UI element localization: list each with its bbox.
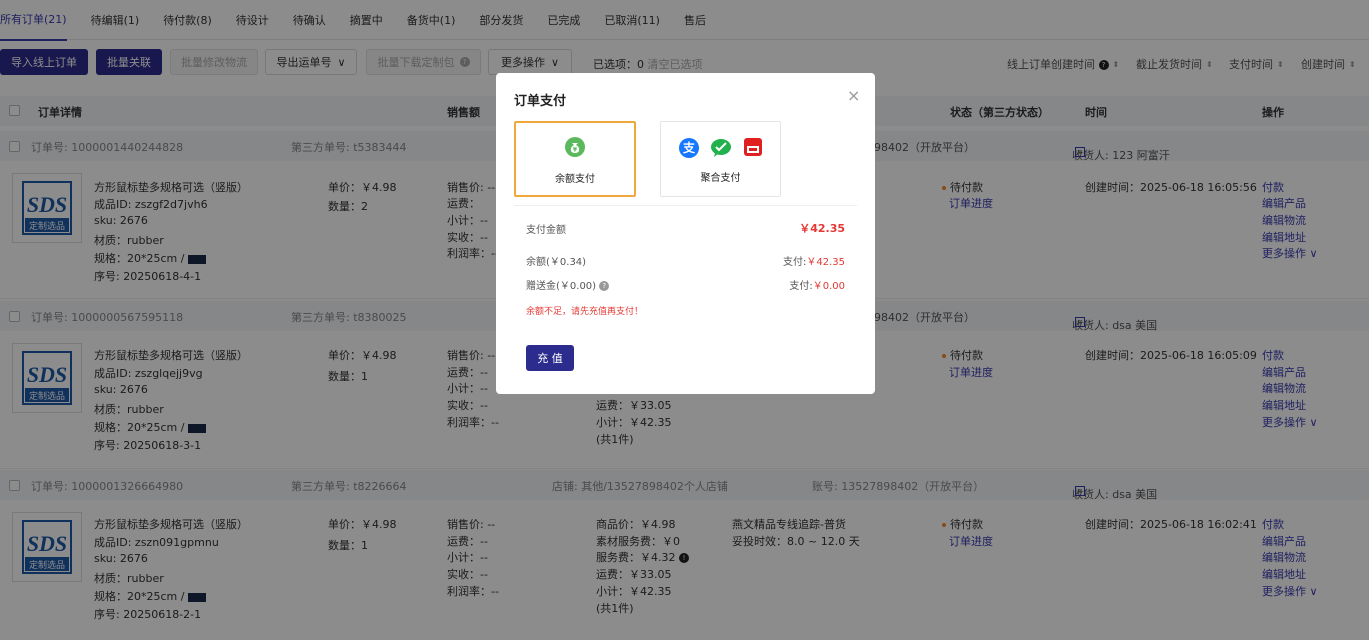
- insufficient-balance-warning: 余额不足，请先充值再支付！: [526, 307, 644, 317]
- unionpay-icon: [743, 137, 763, 160]
- gift-pay: 支付:￥0.00: [789, 277, 845, 292]
- payment-amount-value: ￥42.35: [799, 222, 845, 235]
- balance-payment-option[interactable]: ¥ 余额支付: [514, 121, 636, 197]
- modal-title: 订单支付: [514, 94, 567, 109]
- payment-amount-label: 支付金额: [526, 225, 566, 236]
- balance-pay: 支付:￥42.35: [783, 253, 845, 268]
- balance-label: 余额(￥0.34): [526, 257, 587, 268]
- aggregate-payment-label: 聚合支付: [700, 173, 741, 184]
- alipay-icon: 支: [679, 138, 699, 161]
- aggregate-payment-option[interactable]: 支 聚合支付: [660, 121, 781, 197]
- recharge-button[interactable]: 充 值: [526, 345, 574, 371]
- close-icon[interactable]: ×: [847, 86, 860, 105]
- wechat-pay-icon: [710, 138, 732, 161]
- gift-balance: 赠送金(￥0.00) ?: [526, 277, 610, 292]
- payment-modal: 订单支付 × ¥ 余额支付 支 聚合支付 支付金额 ￥42.35 余额(￥0.3…: [496, 73, 875, 394]
- balance-payment-label: 余额支付: [555, 174, 595, 185]
- svg-text:支: 支: [682, 140, 696, 155]
- gift-balance-label: 赠送金(￥0.00): [526, 281, 597, 292]
- gift-pay-text: 支付:￥0.00: [789, 281, 845, 292]
- money-bag-icon: ¥: [565, 137, 585, 160]
- question-icon[interactable]: ?: [599, 281, 610, 291]
- balance-pay-text: 支付:￥42.35: [782, 257, 845, 268]
- divider: [514, 205, 857, 206]
